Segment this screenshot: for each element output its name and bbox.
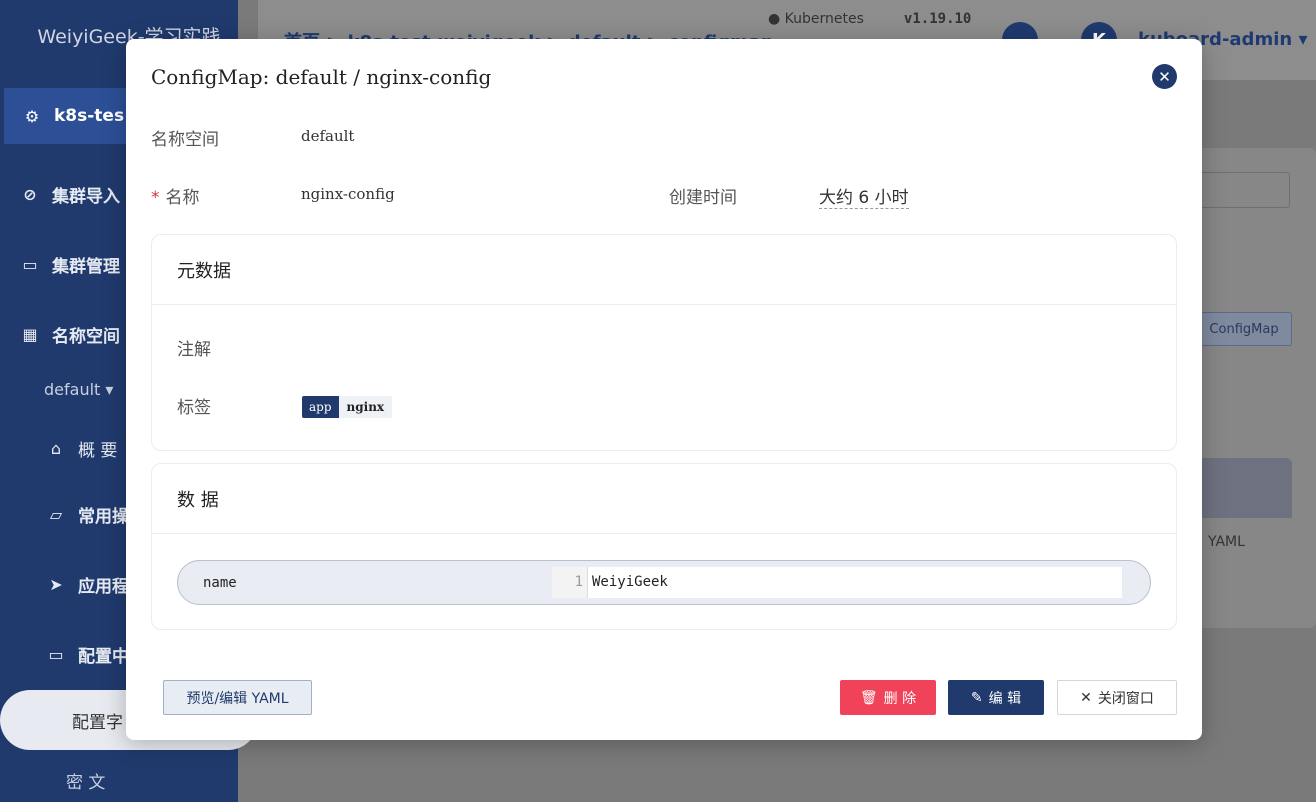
dialog-title: ConfigMap: default / nginx-config — [151, 65, 492, 89]
line-number: 1 — [552, 567, 588, 598]
cluster-name: k8s-tes — [54, 106, 125, 126]
annotations-label: 注解 — [177, 340, 211, 360]
name-label-text: 名称 — [165, 188, 200, 208]
metadata-panel: 元数据 注解 标签 app nginx — [151, 234, 1177, 451]
data-value[interactable]: WeiyiGeek — [588, 567, 668, 598]
grid-icon: ▦ — [22, 324, 38, 344]
data-body: name 1 WeiyiGeek — [152, 534, 1176, 630]
created-value[interactable]: 大约 6 小时 — [819, 183, 909, 209]
close-window-button[interactable]: ✕ 关闭窗口 — [1057, 680, 1177, 715]
delete-label: 删 除 — [883, 690, 917, 707]
trash-icon: 🗑 — [859, 689, 878, 706]
configmap-dialog: ConfigMap: default / nginx-config ✕ 名称空间… — [126, 39, 1202, 740]
required-mark: * — [151, 188, 160, 208]
sidebar-item-label: 集群导入 — [52, 186, 120, 207]
sidebar-item-label: 概 要 — [78, 440, 118, 461]
namespace-select[interactable]: default ▾ — [44, 380, 113, 399]
send-icon: ➤ — [49, 574, 63, 594]
label-key: app — [302, 396, 339, 418]
close-icon[interactable]: ✕ — [1152, 64, 1177, 89]
sidebar-item-label: 名称空间 — [52, 326, 120, 347]
metadata-title: 元数据 — [152, 235, 1176, 305]
created-label: 创建时间 — [669, 188, 737, 208]
sidebar-item-label: 配置中 — [78, 646, 129, 667]
sidebar-item-secret[interactable]: 密 文 — [66, 768, 105, 793]
data-value-editor[interactable]: 1 WeiyiGeek — [552, 567, 1122, 598]
close-label: 关闭窗口 — [1097, 690, 1154, 707]
sidebar-item-label: 应用程 — [78, 576, 129, 597]
name-label: * 名称 — [151, 183, 200, 208]
home-icon: ⌂ — [50, 438, 62, 458]
name-value: nginx-config — [301, 185, 395, 203]
link-icon: ⊘ — [23, 184, 37, 204]
labels-label: 标签 — [177, 398, 211, 418]
gear-icon: ⚙ — [24, 106, 40, 126]
edit-label: 编 辑 — [988, 690, 1022, 707]
sidebar-item-label: 常用操 — [78, 506, 129, 527]
stack-icon: ▭ — [22, 254, 38, 274]
data-title: 数 据 — [152, 464, 1176, 534]
data-panel: 数 据 name 1 WeiyiGeek — [151, 463, 1177, 630]
delete-button[interactable]: 🗑 删 除 — [840, 680, 936, 715]
background-yaml-link[interactable]: YAML — [1208, 534, 1245, 550]
data-key: name — [203, 575, 237, 591]
data-row: name 1 WeiyiGeek — [177, 560, 1151, 605]
background-search-input[interactable] — [1196, 172, 1290, 208]
label-value: nginx — [338, 396, 393, 418]
label-tag: app nginx — [302, 396, 393, 418]
stack-icon: ▭ — [48, 644, 64, 664]
folder-icon: ▱ — [49, 504, 63, 524]
background-configmap-button[interactable]: ConfigMap — [1196, 312, 1292, 346]
pencil-icon: ✎ — [970, 689, 983, 706]
k8s-version-value: v1.19.10 — [903, 11, 972, 27]
sidebar-item-label: 集群管理 — [52, 256, 120, 277]
k8s-label: Kubernetes — [784, 11, 864, 27]
namespace-select-value: default — [44, 380, 101, 399]
preview-edit-yaml-button[interactable]: 预览/编辑 YAML — [163, 680, 312, 715]
k8s-version: ● Kubernetes v1.19.10 — [768, 11, 972, 27]
namespace-value: default — [301, 127, 355, 145]
close-icon: ✕ — [1080, 689, 1092, 706]
edit-button[interactable]: ✎ 编 辑 — [948, 680, 1044, 715]
namespace-label: 名称空间 — [151, 130, 219, 150]
caret-down-icon: ▾ — [105, 380, 114, 399]
